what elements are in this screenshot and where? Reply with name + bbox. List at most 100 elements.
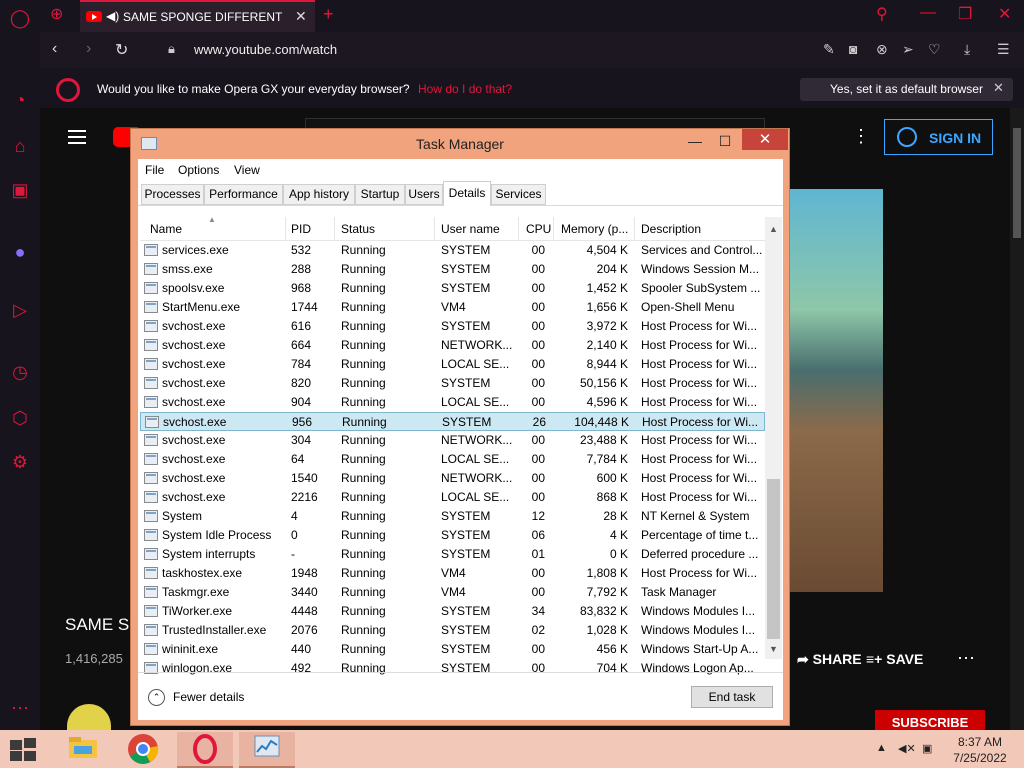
- table-row[interactable]: svchost.exe 820 Running SYSTEM 00 50,156 K Hos…: [140, 374, 765, 393]
- taskbar-clock[interactable]: 8:37 AM 7/25/2022: [945, 734, 1015, 766]
- back-icon[interactable]: ‹: [52, 40, 57, 58]
- tab-details[interactable]: Details: [443, 181, 491, 206]
- opera-gx-icon[interactable]: [177, 732, 233, 768]
- gx-corner-icon[interactable]: ⌂: [8, 134, 32, 158]
- tab-performance[interactable]: Performance: [204, 184, 283, 205]
- table-row[interactable]: svchost.exe 2216 Running LOCAL SE... 00 868 K…: [140, 488, 765, 507]
- table-row[interactable]: svchost.exe 64 Running LOCAL SE... 00 7,784 K…: [140, 450, 765, 469]
- send-icon[interactable]: ➢: [902, 41, 914, 58]
- page-scrollbar[interactable]: [1010, 108, 1024, 730]
- show-hidden-icons[interactable]: ▲: [876, 742, 887, 754]
- tab-close-icon[interactable]: ✕: [295, 8, 307, 25]
- speaker-icon[interactable]: ◀): [106, 9, 119, 23]
- table-row[interactable]: svchost.exe 956 Running SYSTEM 26 104,448 K Ho…: [140, 412, 765, 431]
- table-scroll-thumb[interactable]: [767, 479, 780, 639]
- save-button[interactable]: ≡+ SAVE: [866, 651, 923, 667]
- end-task-button[interactable]: End task: [691, 686, 773, 708]
- network-icon[interactable]: ▣: [922, 742, 932, 755]
- download-icon[interactable]: ⤓: [964, 41, 970, 58]
- table-row[interactable]: svchost.exe 904 Running LOCAL SE... 00 4,596 …: [140, 393, 765, 412]
- tab-services[interactable]: Services: [491, 184, 546, 205]
- tab-youtube[interactable]: ◀) SAME SPONGE DIFFERENT ✕: [80, 0, 315, 32]
- infobar-link[interactable]: How do I do that?: [418, 82, 512, 96]
- table-row[interactable]: System Idle Process 0 Running SYSTEM 06 4 K Pe…: [140, 526, 765, 545]
- block-icon[interactable]: ⊗: [876, 41, 888, 58]
- col-cpu[interactable]: CPU: [526, 222, 551, 236]
- menu-view[interactable]: View: [234, 163, 260, 177]
- easy-setup-icon[interactable]: ☰: [997, 41, 1010, 58]
- settings-icon[interactable]: ⚙: [8, 450, 32, 474]
- page-scroll-thumb[interactable]: [1013, 128, 1021, 238]
- heart-icon[interactable]: ♡: [928, 41, 941, 58]
- messenger-icon[interactable]: ●: [8, 240, 32, 264]
- set-default-button[interactable]: Yes, set it as default browser: [800, 78, 1013, 101]
- channel-avatar[interactable]: [67, 704, 111, 730]
- hamburger-menu-icon[interactable]: [68, 130, 86, 144]
- sidebar-more-icon[interactable]: ⋯: [8, 696, 32, 720]
- tm-titlebar[interactable]: Task Manager — ☐ ✕: [131, 129, 789, 159]
- extensions-icon[interactable]: ⬡: [8, 406, 32, 430]
- collapse-icon[interactable]: ⌃: [148, 689, 165, 706]
- tm-maximize-icon[interactable]: ☐: [713, 133, 737, 151]
- table-row[interactable]: TiWorker.exe 4448 Running SYSTEM 34 83,832 K W…: [140, 602, 765, 621]
- fewer-details-link[interactable]: Fewer details: [173, 690, 244, 704]
- tab-processes[interactable]: Processes: [141, 184, 204, 205]
- chrome-icon[interactable]: [115, 732, 171, 768]
- col-name[interactable]: Name: [150, 222, 182, 236]
- tab-startup[interactable]: Startup: [355, 184, 405, 205]
- tab-app-history[interactable]: App history: [283, 184, 355, 205]
- table-row[interactable]: svchost.exe 616 Running SYSTEM 00 3,972 K Host…: [140, 317, 765, 336]
- task-manager-taskbar-icon[interactable]: [239, 732, 295, 768]
- subscribe-button[interactable]: SUBSCRIBE: [875, 710, 985, 730]
- table-row[interactable]: services.exe 532 Running SYSTEM 00 4,504 K Ser…: [140, 241, 765, 260]
- infobar-close-icon[interactable]: ✕: [993, 80, 1004, 96]
- table-row[interactable]: wininit.exe 440 Running SYSTEM 00 456 K Window…: [140, 640, 765, 659]
- menu-options[interactable]: Options: [178, 163, 219, 177]
- scroll-up-icon[interactable]: ▲: [765, 221, 782, 238]
- url-field[interactable]: www.youtube.com/watch: [194, 42, 337, 57]
- video-player[interactable]: [790, 189, 883, 592]
- col-username[interactable]: User name: [441, 222, 500, 236]
- col-description[interactable]: Description: [641, 222, 701, 236]
- table-row[interactable]: StartMenu.exe 1744 Running VM4 00 1,656 K Open…: [140, 298, 765, 317]
- table-row[interactable]: taskhostex.exe 1948 Running VM4 00 1,808 K Hos…: [140, 564, 765, 583]
- volume-muted-icon[interactable]: ◀✕: [898, 742, 916, 755]
- player-icon[interactable]: ▷: [8, 298, 32, 322]
- file-explorer-icon[interactable]: [55, 732, 111, 768]
- more-options-icon[interactable]: ⋮: [852, 126, 870, 147]
- table-row[interactable]: svchost.exe 304 Running NETWORK... 00 23,488 …: [140, 431, 765, 450]
- col-pid[interactable]: PID: [291, 222, 311, 236]
- opera-menu-icon[interactable]: ◯: [8, 6, 32, 30]
- table-row[interactable]: Taskmgr.exe 3440 Running VM4 00 7,792 K Task M…: [140, 583, 765, 602]
- restore-icon[interactable]: ❐: [958, 4, 972, 24]
- history-icon[interactable]: ◷: [8, 360, 32, 384]
- share-button[interactable]: ➦ SHARE: [797, 651, 862, 668]
- tm-close-button[interactable]: ✕: [742, 129, 788, 150]
- table-row[interactable]: System 4 Running SYSTEM 12 28 K NT Kernel & Sy…: [140, 507, 765, 526]
- col-status[interactable]: Status: [341, 222, 375, 236]
- table-row[interactable]: smss.exe 288 Running SYSTEM 00 204 K Windows S…: [140, 260, 765, 279]
- forward-icon[interactable]: ›: [86, 40, 91, 58]
- camera-icon[interactable]: ◙: [849, 41, 857, 57]
- table-scrollbar[interactable]: ▲ ▼: [765, 217, 782, 659]
- video-more-icon[interactable]: ⋯: [957, 648, 975, 669]
- table-row[interactable]: spoolsv.exe 968 Running SYSTEM 00 1,452 K Spoo…: [140, 279, 765, 298]
- sign-in-button[interactable]: SIGN IN: [884, 119, 993, 155]
- gx-control-icon[interactable]: ◔: [8, 88, 32, 112]
- edit-icon[interactable]: ✎: [823, 41, 835, 58]
- new-tab-icon[interactable]: +: [323, 4, 334, 25]
- reload-icon[interactable]: ↻: [115, 40, 128, 60]
- table-row[interactable]: System interrupts - Running SYSTEM 01 0 K Defe…: [140, 545, 765, 564]
- start-button[interactable]: [8, 738, 38, 762]
- tab-users[interactable]: Users: [405, 184, 443, 205]
- search-icon[interactable]: ⚲: [876, 4, 888, 24]
- table-row[interactable]: TrustedInstaller.exe 2076 Running SYSTEM 02 1…: [140, 621, 765, 640]
- twitch-icon[interactable]: ▣: [8, 178, 32, 202]
- scroll-down-icon[interactable]: ▼: [765, 641, 782, 658]
- gamepad-icon[interactable]: ⊕: [50, 4, 63, 24]
- tm-minimize-icon[interactable]: —: [683, 133, 707, 151]
- menu-file[interactable]: File: [145, 163, 164, 177]
- window-close-icon[interactable]: ✕: [998, 4, 1011, 24]
- table-row[interactable]: svchost.exe 1540 Running NETWORK... 00 600 K H…: [140, 469, 765, 488]
- minimize-icon[interactable]: —: [920, 4, 936, 22]
